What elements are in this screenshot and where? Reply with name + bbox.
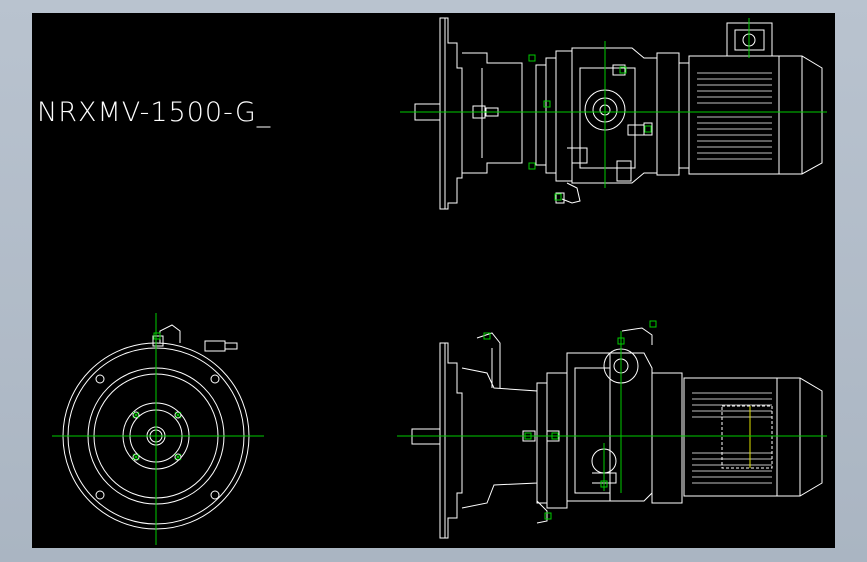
cad-drawing-viewport[interactable]: NRXMV-1500-G_ [32, 13, 835, 548]
end-view [52, 313, 264, 545]
bottom-side-view [397, 320, 827, 539]
drawing-canvas [52, 17, 827, 545]
top-side-view [400, 17, 827, 210]
